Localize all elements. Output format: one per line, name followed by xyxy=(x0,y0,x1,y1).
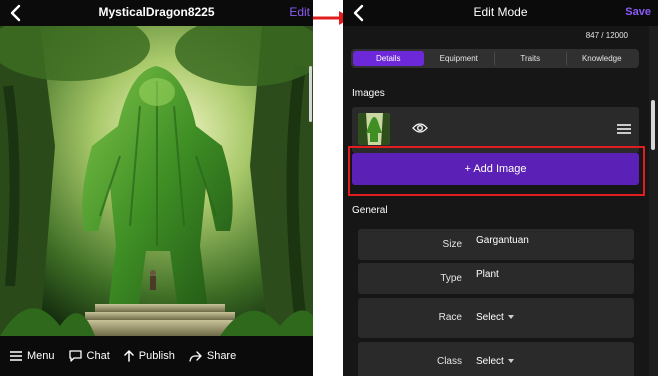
share-label: Share xyxy=(206,350,237,362)
eye-icon[interactable] xyxy=(412,122,428,134)
field-type[interactable]: Type Plant xyxy=(358,263,634,294)
field-size[interactable]: Size Gargantuan xyxy=(358,229,634,260)
character-name: MysticalDragon8225 xyxy=(98,5,215,19)
chat-label: Chat xyxy=(86,350,110,362)
left-screen: MysticalDragon8225 Edit Menu Chat Publis… xyxy=(0,0,313,376)
image-thumbnail[interactable] xyxy=(358,113,390,145)
images-heading: Images xyxy=(352,88,385,99)
field-class-label: Class xyxy=(436,356,462,367)
race-select[interactable]: Select xyxy=(476,312,514,323)
save-button[interactable]: Save xyxy=(625,6,651,18)
class-select-value: Select xyxy=(476,356,504,367)
edit-button[interactable]: Edit xyxy=(289,5,310,19)
dropdown-caret-icon xyxy=(507,359,514,364)
publish-button[interactable]: Publish xyxy=(124,350,175,362)
tab-equipment[interactable]: Equipment xyxy=(424,51,495,66)
menu-label: Menu xyxy=(27,350,55,362)
right-header: Edit Mode Save xyxy=(343,0,658,26)
right-scrollbar-track[interactable] xyxy=(649,26,658,376)
left-header: MysticalDragon8225 Edit xyxy=(0,0,313,26)
field-race-label: Race xyxy=(438,312,462,323)
tab-traits[interactable]: Traits xyxy=(494,51,566,66)
tab-knowledge[interactable]: Knowledge xyxy=(565,51,638,66)
share-icon xyxy=(189,350,202,362)
tab-bar: Details Equipment Traits Knowledge xyxy=(351,49,639,68)
dropdown-caret-icon xyxy=(507,315,514,320)
character-artwork xyxy=(0,26,313,336)
publish-label: Publish xyxy=(138,350,175,362)
menu-button[interactable]: Menu xyxy=(10,350,55,362)
chat-button[interactable]: Chat xyxy=(68,350,110,362)
general-heading: General xyxy=(352,205,388,216)
tab-details[interactable]: Details xyxy=(353,51,424,66)
race-select-value: Select xyxy=(476,312,504,323)
right-scrollbar-thumb[interactable] xyxy=(651,100,655,150)
left-scrollbar[interactable] xyxy=(309,66,312,122)
field-size-label: Size xyxy=(442,239,462,250)
field-type-value[interactable]: Plant xyxy=(476,269,499,280)
field-type-label: Type xyxy=(440,273,462,284)
share-button[interactable]: Share xyxy=(189,350,236,362)
field-class[interactable]: Class Select xyxy=(358,342,634,376)
drag-handle-icon[interactable] xyxy=(617,124,631,134)
field-size-value[interactable]: Gargantuan xyxy=(476,235,529,246)
class-select[interactable]: Select xyxy=(476,356,514,367)
publish-arrow-icon xyxy=(124,350,134,362)
character-count: 847 / 12000 xyxy=(585,31,628,40)
highlight-annotation xyxy=(348,146,645,196)
menu-icon xyxy=(10,351,22,361)
left-footer: Menu Chat Publish Share xyxy=(0,336,313,376)
field-race[interactable]: Race Select xyxy=(358,298,634,338)
page-title: Edit Mode xyxy=(473,5,528,19)
chat-icon xyxy=(68,350,82,362)
